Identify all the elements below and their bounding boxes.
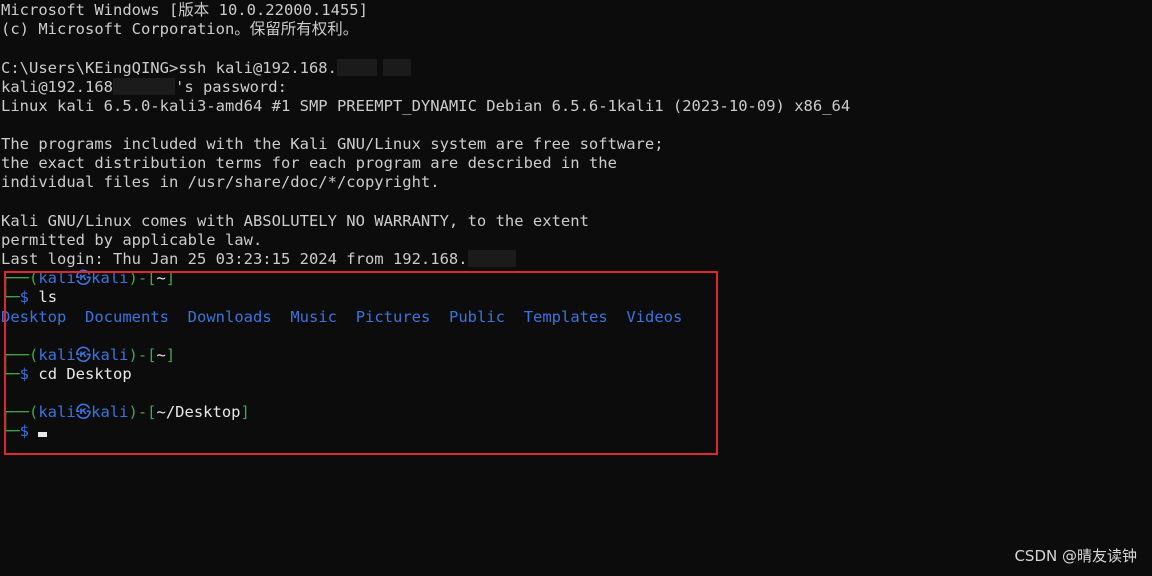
- os-banner: Microsoft Windows [版本 10.0.22000.1455]: [1, 1, 368, 19]
- copyright-line: (c) Microsoft Corporation。保留所有权利。: [1, 20, 359, 38]
- last-login-line: Last login: Thu Jan 25 03:23:15 2024 fro…: [1, 250, 516, 269]
- highlight-annotation-box: [4, 271, 718, 455]
- terminal-window[interactable]: Microsoft Windows [版本 10.0.22000.1455] (…: [0, 0, 1152, 576]
- redacted-ip: [336, 59, 377, 76]
- ssh-command-line: C:\Users\KEingQING>ssh kali@192.168.: [1, 59, 411, 78]
- redacted-ip: [112, 78, 175, 95]
- motd-line: permitted by applicable law.: [1, 231, 263, 249]
- motd-line: the exact distribution terms for each pr…: [1, 154, 617, 172]
- motd-line: Kali GNU/Linux comes with ABSOLUTELY NO …: [1, 212, 589, 230]
- ssh-command: ssh kali@192.168.: [178, 59, 337, 77]
- redacted-ip: [467, 250, 516, 267]
- password-prefix: kali@192.168: [1, 78, 113, 96]
- redacted-ip: [382, 59, 411, 76]
- uname-line: Linux kali 6.5.0-kali3-amd64 #1 SMP PREE…: [1, 97, 851, 115]
- last-login: Last login: Thu Jan 25 03:23:15 2024 fro…: [1, 250, 468, 268]
- password-prompt-line: kali@192.168 's password:: [1, 78, 287, 97]
- cmd-prompt: C:\Users\KEingQING>: [1, 59, 179, 77]
- motd-line: The programs included with the Kali GNU/…: [1, 135, 664, 153]
- csdn-watermark: CSDN @晴友读钟: [1014, 547, 1137, 565]
- motd-line: individual files in /usr/share/doc/*/cop…: [1, 173, 440, 191]
- password-suffix: 's password:: [174, 78, 287, 96]
